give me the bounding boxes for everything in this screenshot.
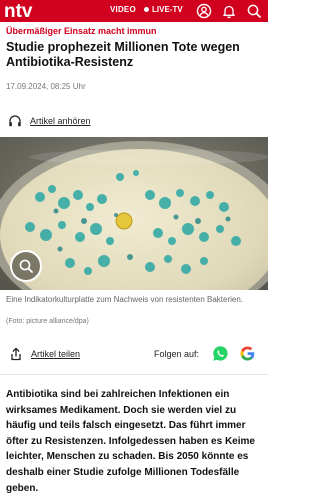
article-headline: Studie prophezeit Millionen Tote wegen A… [6, 40, 240, 69]
nav-live-tv-link[interactable]: LIVE-TV [144, 5, 183, 14]
follow-on-label: Folgen auf: [154, 349, 200, 359]
listen-article-label: Artikel anhören [30, 116, 91, 126]
whatsapp-icon[interactable] [212, 345, 229, 362]
search-icon[interactable] [246, 3, 262, 19]
article-kicker: Übermäßiger Einsatz macht immun [6, 26, 157, 36]
nav-video-link[interactable]: VIDEO [110, 5, 136, 14]
live-dot-icon [144, 7, 149, 12]
zoom-image-button[interactable] [10, 250, 42, 282]
image-credit: (Foto: picture alliance/dpa) [6, 318, 89, 325]
article-date: 17.09.2024, 08:25 Uhr [6, 82, 86, 91]
image-caption: Eine Indikatorkulturplatte zum Nachweis … [6, 295, 244, 304]
user-icon[interactable] [196, 3, 212, 19]
listen-article-button[interactable]: Artikel anhören [8, 114, 91, 128]
google-icon[interactable] [239, 345, 256, 362]
nav-live-tv-label: LIVE-TV [152, 5, 183, 14]
ntv-logo[interactable]: ntv [2, 1, 52, 21]
magnifier-icon [19, 259, 33, 273]
top-nav-bar: ntv VIDEO LIVE-TV [0, 0, 268, 22]
article-lead-paragraph: Antibiotika sind bei zahlreichen Infekti… [6, 389, 255, 494]
headphones-icon [8, 114, 22, 128]
logo-text: ntv [4, 1, 33, 21]
bell-icon[interactable] [221, 3, 237, 19]
section-divider [0, 374, 268, 375]
share-icon [11, 347, 21, 361]
share-article-label: Artikel teilen [31, 349, 81, 359]
share-article-button[interactable]: Artikel teilen [10, 347, 80, 361]
